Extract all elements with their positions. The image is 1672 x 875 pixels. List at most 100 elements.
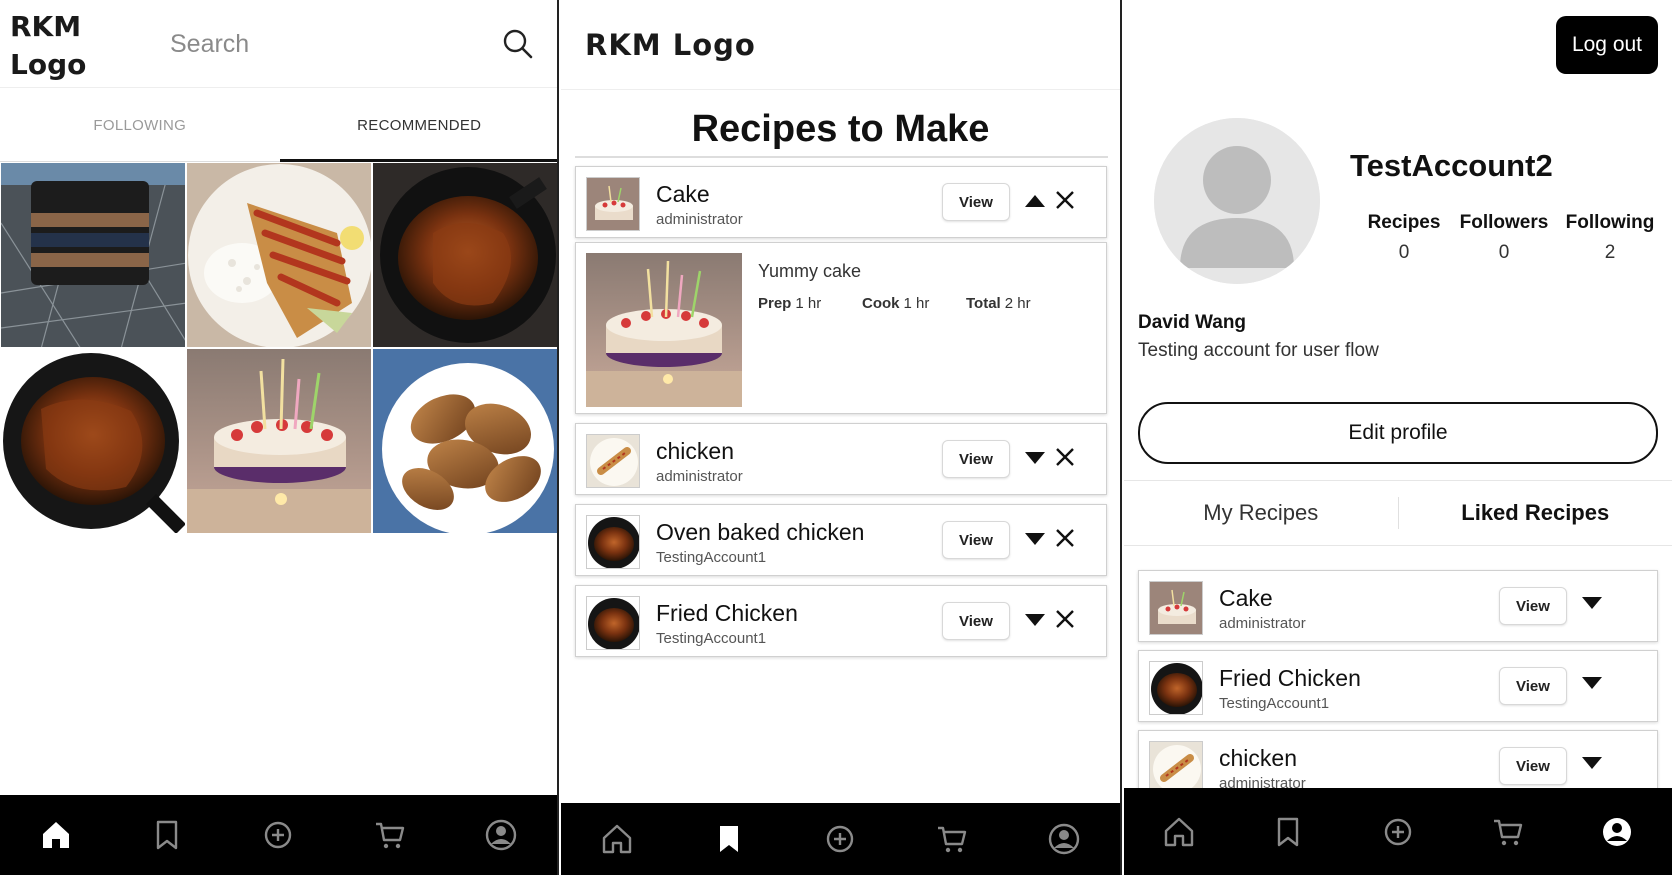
recipe-thumbnail (586, 177, 640, 231)
expand-arrow-icon[interactable] (1024, 450, 1046, 466)
profile-screen: Log out TestAccount2 Recipes 0 Followers… (1124, 0, 1672, 875)
nav-saved[interactable] (701, 811, 757, 867)
page-title: Recipes to Make (691, 108, 990, 150)
nav-home[interactable] (1151, 804, 1207, 860)
total-value: 2 hr (1004, 295, 1031, 312)
bookmark-icon (1278, 817, 1299, 846)
recipe-name: Oven baked chicken (656, 519, 865, 545)
stat-value: 0 (1498, 242, 1510, 263)
roast-chicken-photo (1, 349, 185, 533)
cart-icon (1493, 819, 1522, 845)
recipe-thumbnail (1149, 661, 1203, 715)
stat-following[interactable]: Following 2 (1560, 212, 1660, 264)
stat-recipes: Recipes 0 (1354, 212, 1454, 264)
nav-cart[interactable] (1480, 804, 1536, 860)
nav-profile[interactable] (473, 807, 529, 863)
recipe-detail-panel: Yummy cake Prep 1 hr Cook 1 hr Total 2 hr (575, 242, 1107, 414)
nav-saved[interactable] (1260, 804, 1316, 860)
nav-cart[interactable] (362, 807, 418, 863)
grid-tile[interactable] (186, 348, 372, 534)
prep-value: 1 hr (795, 295, 822, 312)
home-icon (602, 824, 632, 854)
recipe-thumbnail (586, 515, 640, 569)
tab-following[interactable]: FOLLOWING (0, 88, 280, 162)
expand-arrow-icon[interactable] (1024, 612, 1046, 628)
profile-tabs: My Recipes Liked Recipes (1124, 480, 1672, 546)
view-button[interactable]: View (1499, 587, 1567, 625)
search-input[interactable] (170, 24, 470, 64)
add-circle-icon (265, 821, 292, 849)
bookmark-icon (719, 826, 738, 852)
recipe-row: Fried Chicken TestingAccount1 View (575, 585, 1107, 657)
add-circle-icon (1384, 818, 1412, 845)
remove-x-icon[interactable] (1054, 608, 1076, 630)
recipe-row: Cake administrator View (1138, 570, 1658, 642)
explore-screen: RKM Logo FOLLOWING RECOMMENDED (0, 0, 559, 875)
profile-icon (486, 819, 517, 851)
recipe-row: Cake administrator View (575, 166, 1107, 238)
view-button[interactable]: View (942, 183, 1010, 221)
tab-liked-recipes[interactable]: Liked Recipes (1399, 481, 1672, 545)
stat-label: Recipes (1367, 212, 1441, 233)
bookmark-icon (156, 820, 178, 850)
app-logo: RKM Logo (585, 28, 756, 62)
wallet-photo (1, 163, 185, 347)
feed-tabs: FOLLOWING RECOMMENDED (0, 88, 557, 162)
grid-tile[interactable] (372, 162, 557, 348)
bookmarks-screen: RKM Logo Recipes to Make Cake administra… (561, 0, 1122, 875)
recipe-name: chicken (656, 438, 734, 464)
total-time: Total 2 hr (966, 295, 1031, 312)
remove-x-icon[interactable] (1054, 446, 1076, 468)
prep-label: Prep (758, 295, 792, 312)
grid-tile[interactable] (372, 348, 557, 534)
remove-x-icon[interactable] (1054, 189, 1076, 211)
expand-arrow-icon[interactable] (1024, 531, 1046, 547)
remove-x-icon[interactable] (1054, 527, 1076, 549)
bookmarks-header: RKM Logo (561, 0, 1120, 90)
expand-arrow-icon[interactable] (1581, 675, 1603, 691)
recipe-thumbnail (1149, 741, 1203, 788)
recipe-row: Oven baked chicken TestingAccount1 View (575, 504, 1107, 576)
view-button[interactable]: View (942, 440, 1010, 478)
nav-cart[interactable] (924, 811, 980, 867)
cart-icon (375, 822, 405, 849)
view-button[interactable]: View (942, 521, 1010, 559)
tab-my-recipes[interactable]: My Recipes (1124, 481, 1398, 545)
fried-chicken-photo (373, 349, 557, 533)
home-icon (1164, 817, 1193, 846)
profile-username: TestAccount2 (1350, 148, 1553, 183)
grid-tile[interactable] (0, 162, 186, 348)
liked-recipes-list[interactable]: Cake administrator View Fried Chicken Te… (1124, 566, 1672, 788)
view-button[interactable]: View (1499, 747, 1567, 785)
home-icon (42, 822, 69, 848)
grid-tile[interactable] (0, 348, 186, 534)
nav-home[interactable] (28, 807, 84, 863)
logo-line-2: Logo (10, 48, 87, 81)
nav-profile[interactable] (1036, 811, 1092, 867)
nav-add[interactable] (250, 807, 306, 863)
stat-followers[interactable]: Followers 0 (1454, 212, 1554, 264)
avatar (1154, 118, 1320, 284)
view-button[interactable]: View (1499, 667, 1567, 705)
nav-home[interactable] (589, 811, 645, 867)
nav-add[interactable] (812, 811, 868, 867)
tab-recommended[interactable]: RECOMMENDED (279, 88, 557, 162)
nav-profile[interactable] (1589, 804, 1645, 860)
collapse-arrow-icon[interactable] (1024, 193, 1046, 209)
expand-arrow-icon[interactable] (1581, 755, 1603, 771)
expand-arrow-icon[interactable] (1581, 595, 1603, 611)
grid-tile[interactable] (186, 162, 372, 348)
recipe-author: TestingAccount1 (656, 549, 767, 566)
logout-button[interactable]: Log out (1556, 16, 1658, 74)
nav-saved[interactable] (139, 807, 195, 863)
edit-profile-button[interactable]: Edit profile (1138, 402, 1658, 464)
profile-icon (1048, 823, 1080, 855)
nav-add[interactable] (1370, 804, 1426, 860)
recipe-description: Yummy cake (758, 261, 862, 281)
recipe-author: administrator (1219, 775, 1306, 788)
recipe-author: TestingAccount1 (656, 630, 767, 647)
search-icon[interactable] (500, 26, 536, 62)
total-label: Total (966, 295, 1001, 312)
view-button[interactable]: View (942, 602, 1010, 640)
cake-photo (586, 253, 742, 407)
